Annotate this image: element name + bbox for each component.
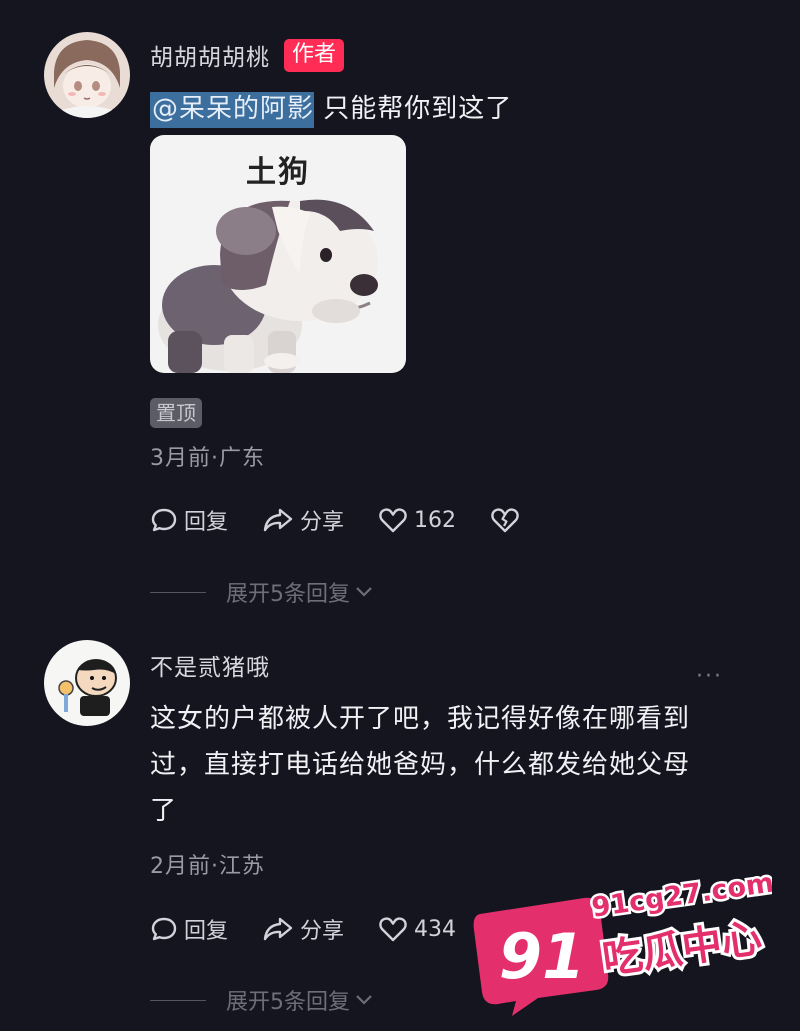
share-icon: [263, 917, 293, 941]
expand-replies-label: 展开5条回复: [226, 990, 350, 1015]
reply-button[interactable]: 回复: [150, 913, 228, 945]
divider-line: [150, 999, 206, 1001]
watermark-number: 91: [499, 920, 585, 993]
more-options-icon[interactable]: ···: [696, 664, 723, 689]
comment-line: 了: [150, 796, 178, 826]
author-row: 不是贰猪哦: [150, 648, 270, 682]
comment-line: 过，直接打电话给她爸妈，什么都发给她父母: [150, 750, 691, 780]
author-name[interactable]: 不是贰猪哦: [150, 648, 270, 682]
comment-line: 这女的户都被人开了吧，我记得好像在哪看到: [150, 704, 691, 734]
comment-list-page: 胡胡胡胡桃 作者 @呆呆的阿影 只能帮你到这了 土狗 置顶 3月前·广东 回复 …: [0, 0, 800, 1031]
share-button[interactable]: 分享: [262, 913, 344, 945]
reply-icon: [151, 917, 177, 941]
chevron-down-icon: [356, 995, 372, 1005]
comment-meta: 2月前·江苏: [150, 854, 265, 879]
share-label: 分享: [300, 919, 345, 944]
comment-text: 这女的户都被人开了吧，我记得好像在哪看到 过，直接打电话给她爸妈，什么都发给她父…: [150, 696, 690, 834]
reply-label: 回复: [184, 919, 229, 944]
expand-replies-button[interactable]: 展开5条回复: [150, 984, 374, 1016]
watermark-logo: 91 91cg27.com 吃瓜中心: [472, 858, 778, 1018]
avatar[interactable]: [44, 640, 130, 726]
watermark-title: 吃瓜中心: [600, 915, 765, 983]
like-count: 434: [414, 916, 457, 942]
like-button[interactable]: 434: [378, 915, 456, 943]
watermark-domain: 91cg27.com: [590, 867, 772, 923]
heart-icon: [379, 917, 407, 942]
